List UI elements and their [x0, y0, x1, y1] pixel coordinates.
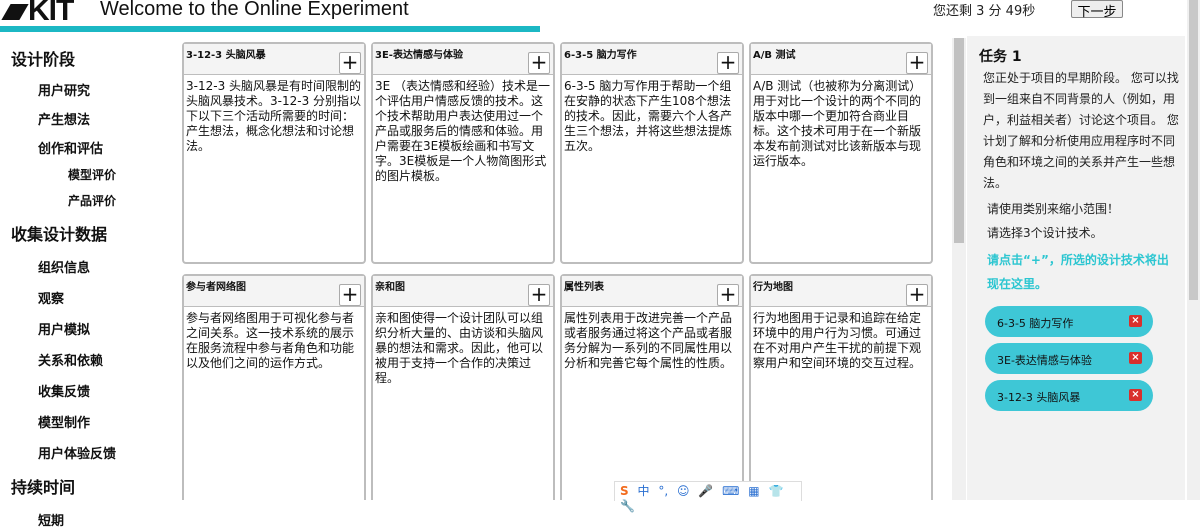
chip-label: 3-12-3 头脑风暴	[997, 391, 1081, 404]
card-header: 参与者网络图 +	[184, 276, 364, 307]
chip-label: 3E-表达情感与体验	[997, 354, 1092, 367]
card-header: A/B 测试 +	[751, 44, 931, 75]
tools-icon[interactable]: 🔧	[620, 499, 635, 513]
task-instruction: 请选择3个设计技术。	[987, 226, 1103, 240]
card-description: 亲和图使得一个设计团队可以组织分析大量的、由访谈和头脑风暴的想法和需求。因此，他…	[375, 311, 544, 385]
technique-card-grid: 3-12-3 头脑风暴 + 3-12-3 头脑风暴是有时间限制的头脑风暴技术。3…	[180, 38, 940, 500]
nav-item-relations[interactable]: 关系和依赖	[38, 350, 160, 369]
add-button[interactable]: +	[339, 284, 361, 306]
nav-item-user-simulation[interactable]: 用户模拟	[38, 319, 160, 338]
remove-icon[interactable]: ×	[1129, 389, 1142, 401]
card-description: 参与者网络图用于可视化参与者之间关系。这一技术系统的展示在服务流程中参与者角色和…	[186, 311, 355, 370]
technique-card: 3-12-3 头脑风暴 + 3-12-3 头脑风暴是有时间限制的头脑风暴技术。3…	[182, 42, 366, 264]
card-header: 亲和图 +	[373, 276, 553, 307]
card-title: 属性列表	[564, 282, 604, 293]
add-button[interactable]: +	[339, 52, 361, 74]
nav-item-create-evaluate[interactable]: 创作和评估	[38, 138, 160, 157]
card-title: 参与者网络图	[186, 282, 246, 293]
punctuation-icon[interactable]: °,	[658, 484, 668, 498]
technique-card: 亲和图 + 亲和图使得一个设计团队可以组织分析大量的、由访谈和头脑风暴的想法和需…	[371, 274, 555, 500]
add-button[interactable]: +	[906, 284, 928, 306]
card-title: 6-3-5 脑力写作	[564, 50, 637, 61]
header-accent-bar	[0, 26, 540, 32]
nav-item-observe[interactable]: 观察	[38, 288, 160, 307]
technique-card: 6-3-5 脑力写作 + 6-3-5 脑力写作用于帮助一个组在安静的状态下产生1…	[560, 42, 744, 264]
selection-hint: 请点击“+”，所选的设计技术将出现在这里。	[987, 253, 1169, 291]
page-scrollbar-thumb[interactable]	[1189, 0, 1198, 300]
input-mode-toggle[interactable]: 中	[637, 482, 649, 499]
category-nav: 设计阶段 用户研究 产生想法 创作和评估 模型评价 产品评价 收集设计数据 组织…	[0, 36, 160, 529]
add-button[interactable]: +	[717, 52, 739, 74]
task-description: 您正处于项目的早期阶段。 您可以找到一组来自不同背景的人（例如，用户，利益相关者…	[983, 71, 1179, 190]
task-panel: 任务 1 您正处于项目的早期阶段。 您可以找到一组来自不同背景的人（例如，用户，…	[967, 36, 1185, 500]
skin-icon[interactable]: 👕	[768, 484, 783, 498]
card-description: 行为地图用于记录和追踪在给定环境中的用户行为习惯。可通过在不对用户产生干扰的前提…	[753, 311, 922, 370]
grid-scrollbar-thumb[interactable]	[954, 38, 964, 243]
add-button[interactable]: +	[906, 52, 928, 74]
card-header: 6-3-5 脑力写作 +	[562, 44, 742, 75]
card-description: 6-3-5 脑力写作用于帮助一个组在安静的状态下产生108个想法的技术。因此，需…	[564, 79, 733, 153]
card-header: 3E-表达情感与体验 +	[373, 44, 553, 75]
card-header: 属性列表 +	[562, 276, 742, 307]
selected-technique-chip: 3-12-3 头脑风暴 ×	[985, 380, 1153, 411]
chip-label: 6-3-5 脑力写作	[997, 317, 1074, 330]
page-scrollbar[interactable]	[1187, 0, 1200, 500]
nav-item-short-term[interactable]: 短期	[38, 510, 160, 529]
selected-technique-chip: 3E-表达情感与体验 ×	[985, 343, 1153, 374]
technique-card: 行为地图 + 行为地图用于记录和追踪在给定环境中的用户行为习惯。可通过在不对用户…	[749, 274, 933, 500]
card-title: 行为地图	[753, 282, 793, 293]
next-button[interactable]: 下一步	[1071, 0, 1123, 20]
nav-item-user-research[interactable]: 用户研究	[38, 80, 160, 99]
card-title: A/B 测试	[753, 50, 796, 61]
nav-item-organize-info[interactable]: 组织信息	[38, 257, 160, 276]
card-title: 3E-表达情感与体验	[375, 50, 463, 61]
card-description: A/B 测试（也被称为分离测试）用于对比一个设计的两个不同的版本中哪一个更加符合…	[753, 79, 922, 168]
ime-toolbar: S 中 °, ☺ 🎤 ⌨ ▦ 👕 🔧	[614, 481, 802, 513]
page-title: Welcome to the Online Experiment	[100, 0, 409, 20]
nav-section-collect-data[interactable]: 收集设计数据	[11, 221, 160, 245]
emoji-icon[interactable]: ☺	[677, 484, 690, 498]
nav-item-ux-feedback[interactable]: 用户体验反馈	[38, 443, 160, 462]
remove-icon[interactable]: ×	[1129, 352, 1142, 364]
header: KIT Welcome to the Online Experiment 您还剩…	[0, 0, 1200, 34]
selected-technique-chip: 6-3-5 脑力写作 ×	[985, 306, 1153, 337]
card-description: 属性列表用于改进完善一个产品或者服务通过将这个产品或者服务分解为一系列的不同属性…	[564, 311, 733, 370]
nav-item-collect-feedback[interactable]: 收集反馈	[38, 381, 160, 400]
card-description: 3-12-3 头脑风暴是有时间限制的头脑风暴技术。3-12-3 分别指以下以下三…	[186, 79, 362, 153]
add-button[interactable]: +	[528, 52, 550, 74]
grid-scrollbar[interactable]	[952, 38, 966, 500]
kit-logo: KIT	[1, 0, 74, 28]
card-header: 行为地图 +	[751, 276, 931, 307]
sogou-logo-icon[interactable]: S	[620, 484, 629, 498]
technique-card: 参与者网络图 + 参与者网络图用于可视化参与者之间关系。这一技术系统的展示在服务…	[182, 274, 366, 500]
task-title: 任务 1	[979, 49, 1022, 65]
nav-item-generate-ideas[interactable]: 产生想法	[38, 109, 160, 128]
technique-card: 属性列表 + 属性列表用于改进完善一个产品或者服务通过将这个产品或者服务分解为一…	[560, 274, 744, 500]
remove-icon[interactable]: ×	[1129, 315, 1142, 327]
add-button[interactable]: +	[717, 284, 739, 306]
card-description: 3E （表达情感和经验）技术是一个评估用户情感反馈的技术。这个技术帮助用户表达使…	[375, 79, 551, 183]
task-instruction: 请使用类别来缩小范围！	[987, 202, 1120, 216]
nav-section-duration[interactable]: 持续时间	[11, 474, 160, 498]
technique-card: A/B 测试 + A/B 测试（也被称为分离测试）用于对比一个设计的两个不同的版…	[749, 42, 933, 264]
grid-icon[interactable]: ▦	[748, 484, 759, 498]
card-title: 3-12-3 头脑风暴	[186, 50, 266, 61]
keyboard-icon[interactable]: ⌨	[722, 484, 739, 498]
nav-sub-model-evaluation[interactable]: 模型评价	[68, 166, 160, 183]
microphone-icon[interactable]: 🎤	[698, 484, 713, 498]
card-header: 3-12-3 头脑风暴 +	[184, 44, 364, 75]
nav-section-design-phase[interactable]: 设计阶段	[11, 46, 160, 70]
countdown-timer: 您还剩 3 分 49秒	[933, 4, 1036, 19]
nav-sub-product-evaluation[interactable]: 产品评价	[68, 192, 160, 209]
nav-item-prototyping[interactable]: 模型制作	[38, 412, 160, 431]
card-title: 亲和图	[375, 282, 405, 293]
technique-card: 3E-表达情感与体验 + 3E （表达情感和经验）技术是一个评估用户情感反馈的技…	[371, 42, 555, 264]
add-button[interactable]: +	[528, 284, 550, 306]
